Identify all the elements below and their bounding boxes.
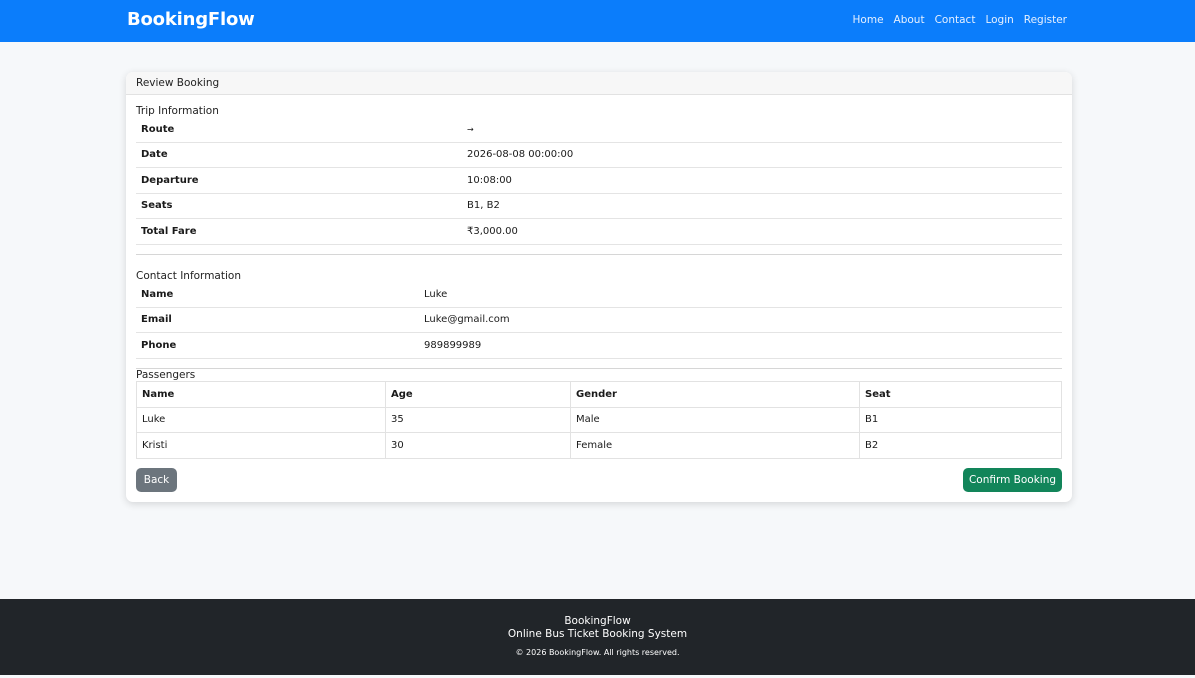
footer-tagline: Online Bus Ticket Booking System [507,628,688,640]
trip-row-departure: Departure 10:08:00 [136,168,1062,194]
trip-label: Seats [141,200,173,212]
brand-logo[interactable]: BookingFlow [127,9,255,30]
nav-home-link[interactable]: Home [853,14,884,26]
passenger-gender-cell: Female [570,432,860,459]
divider [136,254,1062,255]
column-header-gender: Gender [570,381,860,408]
table-row: Luke 35 Male B1 [136,406,1062,433]
contact-row-email: Email Luke@gmail.com [136,308,1062,333]
contact-label: Phone [141,339,177,351]
footer: BookingFlow Online Bus Ticket Booking Sy… [0,599,1195,675]
passenger-name-cell: Luke [136,406,386,433]
trip-label: Route [141,123,175,135]
nav-contact-link[interactable]: Contact [935,14,976,26]
contact-information-table: Name Luke Email Luke@gmail.com Phone 989… [136,282,1062,359]
passenger-age-cell: 30 [385,432,571,459]
nav-about-link[interactable]: About [894,14,925,26]
trip-label: Departure [141,174,199,186]
trip-information-table: Route → Date 2026-08-08 00:00:00 Departu… [136,117,1062,245]
trip-label: Date [141,149,168,161]
column-header-age: Age [385,381,571,408]
trip-information-title: Trip Information [136,105,219,117]
column-header-name: Name [136,381,386,408]
passenger-seat-cell: B2 [859,432,1062,459]
trip-value: ₹3,000.00 [467,225,518,237]
trip-row-date: Date 2026-08-08 00:00:00 [136,143,1062,168]
contact-row-name: Name Luke [136,282,1062,308]
trip-value: → [467,124,474,134]
trip-row-total-fare: Total Fare ₹3,000.00 [136,219,1062,245]
contact-value: 989899989 [424,339,482,351]
trip-row-seats: Seats B1, B2 [136,194,1062,219]
footer-copyright: © 2026 BookingFlow. All rights reserved. [515,648,680,657]
trip-value: 10:08:00 [467,174,512,186]
card-header: Review Booking [126,72,1072,95]
trip-row-route: Route → [136,117,1062,143]
nav-login-link[interactable]: Login [985,14,1013,26]
back-button[interactable]: Back [136,468,177,492]
nav-links: Home About Contact Login Register [843,14,1067,26]
column-header-seat: Seat [859,381,1062,408]
contact-label: Email [141,314,172,326]
contact-label: Name [141,288,174,300]
passengers-table: Name Age Gender Seat Luke 35 Male B1 Kri… [136,381,1062,459]
confirm-booking-button[interactable]: Confirm Booking [963,468,1062,492]
navbar: BookingFlow Home About Contact Login Reg… [0,0,1195,42]
contact-row-phone: Phone 989899989 [136,333,1062,359]
contact-information-title: Contact Information [136,270,241,282]
passenger-name-cell: Kristi [136,432,386,459]
trip-label: Total Fare [141,225,197,237]
trip-value: B1, B2 [467,200,500,212]
table-row: Kristi 30 Female B2 [136,432,1062,459]
passenger-seat-cell: B1 [859,406,1062,433]
contact-value: Luke [424,288,448,300]
passengers-title: Passengers [136,369,196,381]
trip-value: 2026-08-08 00:00:00 [467,149,574,161]
review-booking-card: Review Booking Trip Information Route → … [126,72,1072,502]
divider [136,368,1062,369]
nav-register-link[interactable]: Register [1024,14,1067,26]
footer-brand: BookingFlow [564,615,631,627]
contact-value: Luke@gmail.com [424,314,510,326]
passenger-age-cell: 35 [385,406,571,433]
passenger-gender-cell: Male [570,406,860,433]
passengers-header-row: Name Age Gender Seat [136,381,1062,408]
